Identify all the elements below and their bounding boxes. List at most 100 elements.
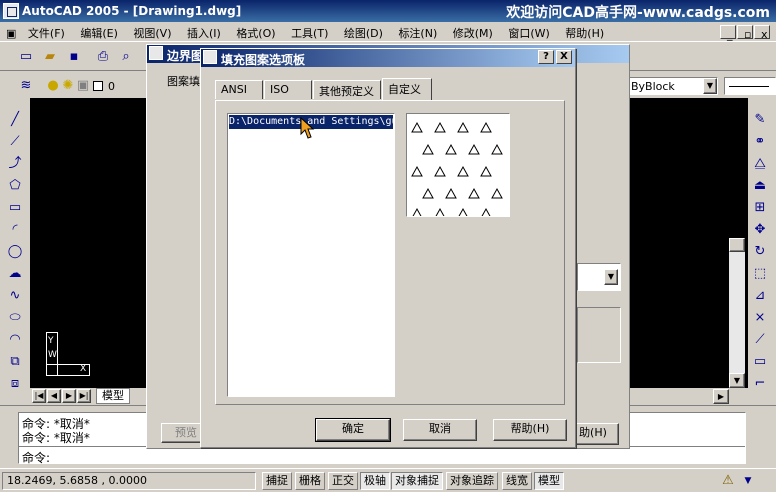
save-icon[interactable]: ▪ (66, 49, 82, 65)
layer-color-swatch (93, 81, 103, 91)
menu-insert[interactable]: 插入(I) (181, 22, 227, 41)
line-icon[interactable]: ╱ (7, 112, 23, 128)
first-tab-button[interactable]: |◀ (32, 389, 46, 403)
lock-icon[interactable]: ▣ (75, 78, 91, 94)
layer-name-value: 0 (108, 80, 115, 93)
chevron-down-icon[interactable]: ▼ (703, 78, 717, 94)
boundary-swatch-select[interactable]: ▼ (577, 263, 621, 291)
palette-tab-strip: ANSI ISO 其他预定义 自定义 (215, 78, 565, 100)
vertical-scrollbar[interactable]: ▼ (729, 238, 745, 388)
last-tab-button[interactable]: ▶| (77, 389, 91, 403)
circle-icon[interactable]: ◯ (7, 244, 23, 260)
prev-tab-button[interactable]: ◀ (47, 389, 61, 403)
status-bar: 18.2469, 5.6858 , 0.0000 捕捉 栅格 正交 极轴 对象捕… (0, 468, 776, 492)
scroll-down-button[interactable]: ▼ (729, 373, 745, 388)
chamfer-icon[interactable]: ⌐ (752, 376, 768, 392)
scroll-thumb[interactable] (729, 238, 745, 252)
lineweight-select[interactable] (724, 77, 776, 95)
menu-view[interactable]: 视图(V) (127, 22, 177, 41)
tab-other-predefined[interactable]: 其他预定义 (313, 80, 381, 99)
tab-custom[interactable]: 自定义 (382, 78, 432, 100)
insert-block-icon[interactable]: ⧉ (7, 354, 23, 370)
menu-edit[interactable]: 编辑(E) (74, 22, 124, 41)
tab-hatch[interactable]: 图案填 (167, 73, 200, 89)
extend-icon[interactable]: ⟋ (752, 332, 768, 348)
scroll-right-button[interactable]: ▶ (713, 389, 729, 404)
next-tab-button[interactable]: ▶ (62, 389, 76, 403)
rotate-icon[interactable]: ↻ (752, 244, 768, 260)
array-icon[interactable]: ⊞ (752, 200, 768, 216)
open-icon[interactable]: ▰ (42, 49, 58, 65)
ortho-toggle[interactable]: 正交 (328, 472, 358, 490)
menu-file[interactable]: 文件(F) (22, 22, 71, 41)
polyline-icon[interactable]: ⤴ (7, 156, 23, 172)
otrack-toggle[interactable]: 对象追踪 (446, 472, 498, 490)
command-history-line: 命令: *取消* (22, 431, 90, 445)
scale-icon[interactable]: ⬚ (752, 266, 768, 282)
copy-icon[interactable]: ⚭ (752, 134, 768, 150)
draw-toolbar: ╱ ⟋ ⤴ ⬠ ▭ ◜ ◯ ☁ ∿ ⬭ ◠ ⧉ ⧈ (0, 100, 30, 400)
menu-format[interactable]: 格式(O) (230, 22, 281, 41)
offset-icon[interactable]: ⏏ (752, 178, 768, 194)
snap-toggle[interactable]: 捕捉 (262, 472, 292, 490)
dialog-app-icon (149, 46, 163, 60)
tray-menu-icon[interactable]: ▼ (740, 473, 756, 489)
sun-icon[interactable]: ✺ (60, 78, 76, 94)
pattern-file-list[interactable]: D:\Documents and Settings\gu (227, 113, 395, 397)
erase-icon[interactable]: ✎ (752, 112, 768, 128)
chevron-down-icon[interactable]: ▼ (604, 269, 618, 285)
construction-line-icon[interactable]: ⟋ (7, 134, 23, 150)
polygon-icon[interactable]: ⬠ (7, 178, 23, 194)
stretch-icon[interactable]: ⊿ (752, 288, 768, 304)
break-icon[interactable]: ▭ (752, 354, 768, 370)
tab-panel-custom: D:\Documents and Settings\gu (215, 100, 565, 405)
menu-modify[interactable]: 修改(M) (447, 22, 499, 41)
trim-icon[interactable]: ⨯ (752, 310, 768, 326)
lineweight-toggle[interactable]: 线宽 (502, 472, 532, 490)
model-toggle[interactable]: 模型 (534, 472, 564, 490)
comm-center-icon[interactable]: ⚠ (720, 473, 736, 489)
mirror-icon[interactable]: ⧋ (752, 156, 768, 172)
ucs-icon: Y W X (38, 328, 98, 384)
doc-window-controls: _ ▫ x (720, 24, 772, 41)
ok-button[interactable]: 确定 (315, 418, 391, 442)
spline-icon[interactable]: ∿ (7, 288, 23, 304)
dialog-app-icon (203, 50, 217, 64)
menu-help[interactable]: 帮助(H) (559, 22, 610, 41)
tab-iso[interactable]: ISO (264, 80, 312, 99)
osnap-toggle[interactable]: 对象捕捉 (391, 472, 443, 490)
close-icon[interactable]: X (556, 50, 572, 64)
new-icon[interactable]: ▭ (18, 49, 34, 65)
cancel-button[interactable]: 取消 (403, 419, 477, 441)
revcloud-icon[interactable]: ☁ (7, 266, 23, 282)
autocad-app-icon[interactable] (3, 3, 19, 19)
tab-model[interactable]: 模型 (96, 388, 130, 404)
mouse-cursor-icon (300, 117, 315, 139)
command-prompt[interactable]: 命令: (22, 449, 50, 466)
doc-minimize-button[interactable]: _ (720, 25, 736, 41)
preview-icon[interactable]: ⌕ (118, 49, 134, 65)
ellipse-arc-icon[interactable]: ◠ (7, 332, 23, 348)
menu-tools[interactable]: 工具(T) (285, 22, 334, 41)
menu-window[interactable]: 窗口(W) (502, 22, 555, 41)
doc-close-button[interactable]: x (754, 25, 770, 41)
menu-dimension[interactable]: 标注(N) (392, 22, 443, 41)
tab-ansi[interactable]: ANSI (215, 80, 263, 99)
polar-toggle[interactable]: 极轴 (360, 472, 390, 490)
arc-icon[interactable]: ◜ (7, 222, 23, 238)
print-icon[interactable]: ⎙ (95, 49, 111, 65)
ellipse-icon[interactable]: ⬭ (7, 310, 23, 326)
make-block-icon[interactable]: ⧈ (7, 376, 23, 392)
help-caption-button[interactable]: ? (538, 50, 554, 64)
menu-draw[interactable]: 绘图(D) (338, 22, 389, 41)
rectangle-icon[interactable]: ▭ (7, 200, 23, 216)
help-button[interactable]: 帮助(H) (493, 419, 567, 441)
lightbulb-icon[interactable]: ● (45, 78, 61, 94)
linetype-select[interactable]: ByBlock ▼ (628, 77, 718, 95)
doc-restore-button[interactable]: ▫ (737, 25, 753, 41)
layer-manager-icon[interactable]: ≋ (18, 78, 34, 94)
drawing-doc-icon[interactable]: ▣ (0, 24, 18, 40)
grid-toggle[interactable]: 栅格 (295, 472, 325, 490)
lineweight-sample (729, 86, 769, 87)
move-icon[interactable]: ✥ (752, 222, 768, 238)
